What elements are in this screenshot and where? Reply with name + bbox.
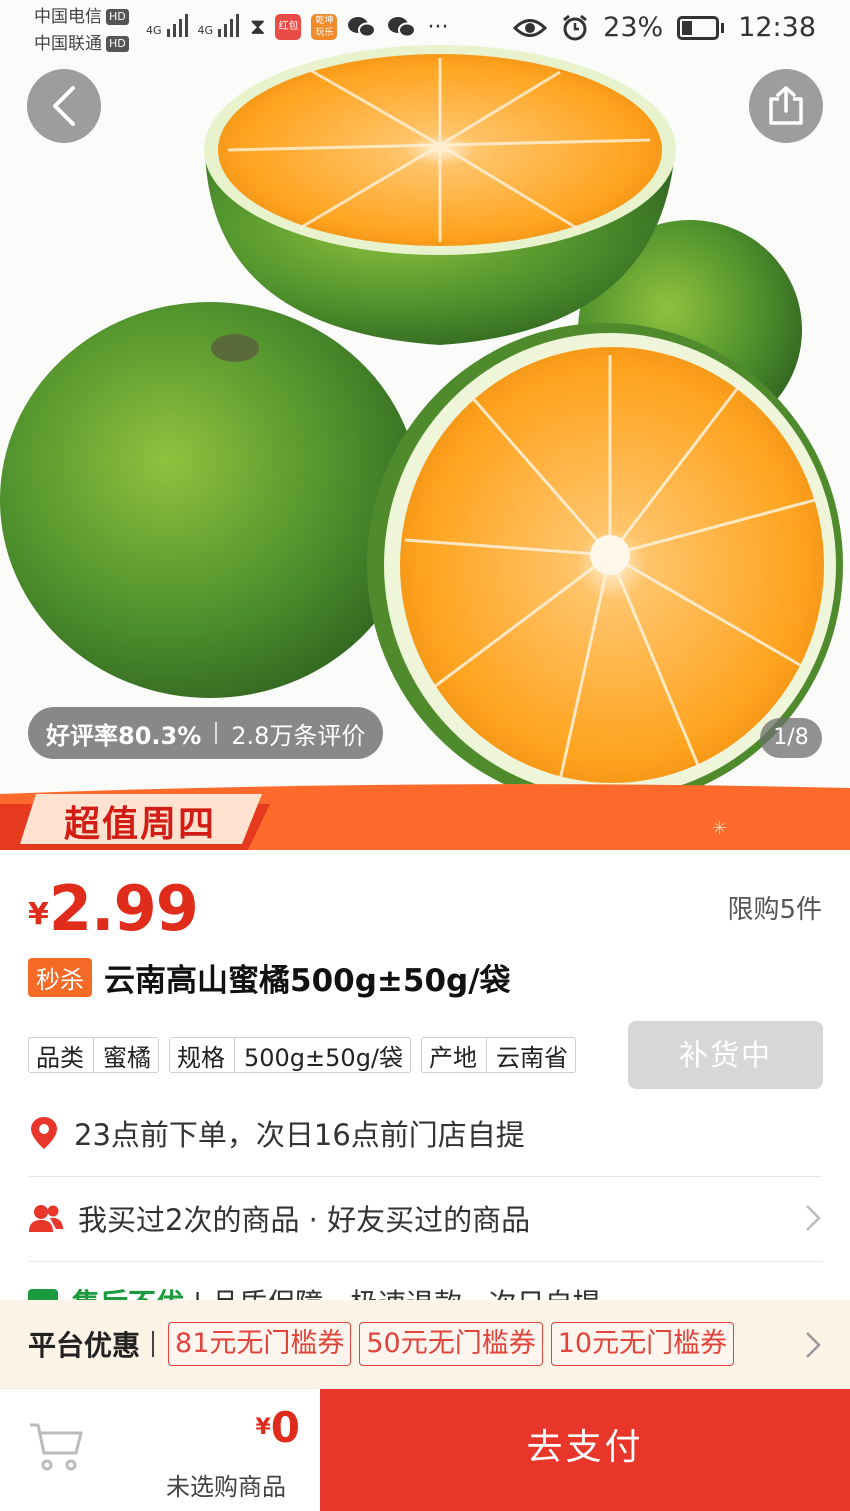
system-status: 23% 12:38 — [513, 12, 816, 43]
signal-icon: 4G — [146, 14, 188, 37]
total-value: 0 — [270, 1403, 300, 1452]
wechat-icon — [388, 17, 417, 38]
product-gallery[interactable]: 中国电信HD 中国联通HD 4G 4G ⧗ 红包 乾坤玩乐 ··· 23% — [0, 0, 850, 850]
chevron-right-icon — [806, 1332, 821, 1358]
signal-icon: 4G — [198, 14, 240, 37]
wechat-icon — [348, 17, 377, 38]
quality-guarantee-row[interactable]: 集后不优 | 品质保障 · 极速退款 · 次日自提 — [28, 1282, 822, 1302]
network-type: 4G — [197, 24, 214, 37]
promo-banner-title: 超值周四 — [64, 803, 217, 845]
divider — [215, 722, 218, 744]
purchase-limit: 限购5件 — [727, 895, 822, 925]
product-title-row: 秒杀 云南高山蜜橘500g±50g/袋 — [28, 955, 511, 1000]
currency-symbol: ¥ — [255, 1415, 271, 1440]
purchase-history-text: 我买过2次的商品 · 好友买过的商品 — [78, 1203, 531, 1237]
product-price: ¥2.99 — [28, 872, 199, 945]
carrier-2: 中国联通 — [34, 34, 102, 54]
carrier-1: 中国电信 — [34, 7, 102, 27]
pickup-info: 23点前下单，次日16点前门店自提 — [28, 1110, 822, 1156]
coupon[interactable]: 50元无门槛券 — [359, 1322, 543, 1366]
battery-percent: 23% — [603, 12, 664, 43]
carrier-info: 中国电信 HD 中国联通 HD — [34, 4, 129, 58]
spec-origin: 产地 云南省 — [421, 1037, 577, 1073]
spec-value: 蜜橘 — [103, 1043, 151, 1072]
restock-button[interactable]: 补货中 — [628, 1021, 823, 1089]
more-notifications-icon: ··· — [427, 14, 449, 40]
spec-category: 品类 蜜橘 — [28, 1037, 159, 1073]
pay-button[interactable]: 去支付 — [320, 1389, 850, 1511]
users-icon — [28, 1203, 64, 1233]
back-button[interactable] — [27, 69, 101, 143]
rating-summary[interactable]: 好评率80.3% 2.8万条评价 — [28, 707, 384, 759]
coupon[interactable]: 81元无门槛券 — [168, 1322, 352, 1366]
product-title: 云南高山蜜橘500g±50g/袋 — [104, 963, 511, 999]
eye-icon — [513, 18, 548, 37]
flash-sale-tag: 秒杀 — [28, 958, 92, 997]
network-type: 4G — [146, 24, 162, 37]
hd-badge: HD — [106, 9, 129, 25]
hd-badge: HD — [106, 36, 129, 52]
share-icon — [769, 86, 803, 125]
status-bar: 中国电信HD 中国联通HD 4G 4G ⧗ 红包 乾坤玩乐 ··· 23% — [0, 0, 850, 62]
spec-value: 500g±50g/袋 — [244, 1043, 404, 1072]
spec-key: 规格 — [177, 1037, 235, 1073]
location-pin-icon — [28, 1115, 60, 1151]
purchase-history-row[interactable]: 我买过2次的商品 · 好友买过的商品 — [28, 1195, 822, 1241]
platform-coupons[interactable]: 平台优惠 81元无门槛券 50元无门槛券 10元无门槛券 — [0, 1300, 850, 1388]
spec-size: 规格 500g±50g/袋 — [169, 1037, 412, 1073]
cart-total: ¥0 — [255, 1403, 300, 1452]
gallery-page-indicator: 1/8 — [760, 718, 822, 758]
notification-icons: ⧗ 红包 乾坤玩乐 ··· — [250, 14, 448, 40]
checkout-bar: ¥0 未选购商品 去支付 — [0, 1388, 850, 1511]
share-button[interactable] — [749, 69, 823, 143]
currency-symbol: ¥ — [28, 897, 49, 932]
svg-text:✳: ✳ — [712, 818, 727, 839]
clock: 12:38 — [738, 12, 816, 43]
game-app-icon: 乾坤玩乐 — [311, 14, 338, 40]
price-value: 2.99 — [48, 872, 199, 945]
cart-status: 未选购商品 — [166, 1473, 286, 1501]
red-packet-app-icon: 红包 — [275, 14, 302, 40]
pickup-text: 23点前下单，次日16点前门店自提 — [74, 1118, 525, 1152]
chevron-right-icon — [806, 1205, 821, 1231]
spec-key: 品类 — [36, 1037, 94, 1073]
coupons-label: 平台优惠 — [28, 1329, 141, 1362]
alarm-icon — [563, 14, 588, 40]
spec-value: 云南省 — [496, 1043, 569, 1072]
signal-icons: 4G 4G — [146, 14, 240, 37]
divider — [152, 1331, 155, 1357]
product-specs: 品类 蜜橘 规格 500g±50g/袋 产地 云南省 — [28, 1037, 577, 1073]
positive-rate: 好评率80.3% — [46, 721, 202, 750]
spec-key: 产地 — [429, 1037, 488, 1073]
divider — [28, 1261, 822, 1262]
divider — [28, 1176, 822, 1177]
battery-icon — [677, 15, 725, 40]
coupon[interactable]: 10元无门槛券 — [550, 1322, 735, 1366]
cart-icon — [30, 1423, 83, 1471]
cart-button[interactable] — [28, 1419, 84, 1477]
review-count: 2.8万条评价 — [231, 721, 366, 750]
hourglass-icon: ⧗ — [250, 14, 266, 40]
chevron-left-icon — [53, 86, 75, 126]
